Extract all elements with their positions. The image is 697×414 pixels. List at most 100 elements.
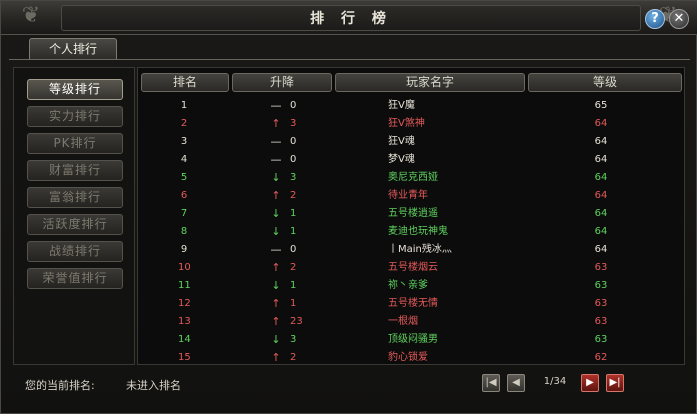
player-name-cell: 豹心锁爱 [388,352,428,363]
level-cell: 63 [594,298,608,309]
change-value-cell: 3 [290,172,297,183]
change-arrow-icon: — [270,153,282,166]
change-arrow-icon: ↑ [271,189,281,202]
level-cell: 62 [594,352,608,363]
player-name-cell: 五号楼无情 [388,298,438,309]
change-value-cell: 1 [290,280,297,291]
first-page-button[interactable]: |◀ [482,374,500,392]
table-row[interactable]: 10 ↑ 2 五号楼烟云 63 [138,259,686,277]
table-row[interactable]: 12 ↑ 1 五号楼无情 63 [138,295,686,313]
level-cell: 63 [594,280,608,291]
sidebar-item-tycoon-ranking[interactable]: 富翁排行 [27,187,123,208]
change-arrow-icon: ↑ [271,297,281,310]
sidebar-item-activity-ranking[interactable]: 活跃度排行 [27,214,123,235]
rank-cell: 2 [180,118,188,129]
change-arrow-icon: — [270,243,282,256]
rank-cell: 15 [178,352,191,363]
table-row[interactable]: 8 ↓ 1 麦迪也玩神鬼 64 [138,223,686,241]
sidebar-item-pk-ranking[interactable]: PK排行 [27,133,123,154]
level-cell: 63 [594,262,608,273]
page-indicator: 1/34 [543,376,567,387]
change-arrow-icon: ↑ [271,261,281,274]
rank-cell: 12 [178,298,191,309]
change-arrow-icon: ↓ [271,225,281,238]
rank-cell: 11 [178,280,191,291]
table-row[interactable]: 7 ↓ 1 五号楼逍遥 64 [138,205,686,223]
change-value-cell: 0 [290,154,297,165]
rank-cell: 10 [178,262,191,273]
table-row[interactable]: 6 ↑ 2 待业青年 64 [138,187,686,205]
sidebar-item-wealth-ranking[interactable]: 财富排行 [27,160,123,181]
change-value-cell: 3 [290,334,297,345]
table-row[interactable]: 5 ↓ 3 奥尼克西娅 64 [138,169,686,187]
previous-page-button[interactable]: ◀ [507,374,525,392]
change-value-cell: 0 [290,100,297,111]
table-row[interactable]: 11 ↓ 1 祢丶亲爹 63 [138,277,686,295]
level-cell: 63 [594,334,608,345]
table-row[interactable]: 2 ↑ 3 狂V煞神 64 [138,115,686,133]
change-arrow-icon: ↓ [271,333,281,346]
sidebar-item-record-ranking[interactable]: 战绩排行 [27,241,123,262]
change-arrow-icon: ↑ [271,117,281,130]
player-name-cell: 一根烟 [388,316,418,327]
left-wing-ornament-icon: ❦ [21,3,41,28]
level-cell: 64 [594,136,608,147]
player-name-cell: 五号楼逍遥 [388,208,438,219]
change-arrow-icon: — [270,135,282,148]
column-header-change[interactable]: 升降 [232,73,332,92]
next-page-icon: ▶ [586,377,594,388]
level-cell: 63 [594,316,608,327]
player-name-cell: 顶级闷骚男 [388,334,438,345]
table-row[interactable]: 4 — 0 梦V魂 64 [138,151,686,169]
table-row[interactable]: 14 ↓ 3 顶级闷骚男 63 [138,331,686,349]
change-value-cell: 0 [290,244,297,255]
rank-cell: 1 [180,100,188,111]
rank-cell: 14 [178,334,191,345]
change-value-cell: 2 [290,352,297,363]
rank-cell: 6 [180,190,188,201]
level-cell: 64 [594,208,608,219]
table-row[interactable]: 1 — 0 狂V魔 65 [138,97,686,115]
rank-cell: 9 [180,244,188,255]
player-name-cell: 狂V魔 [388,100,415,111]
change-value-cell: 1 [290,298,297,309]
change-value-cell: 1 [290,208,297,219]
help-button[interactable]: ? [645,9,665,29]
player-name-cell: 狂V煞神 [388,118,425,129]
ranking-category-sidebar: 等级排行 实力排行 PK排行 财富排行 富翁排行 活跃度排行 战绩排行 荣誉值排… [13,67,135,365]
previous-page-icon: ◀ [512,377,520,388]
change-value-cell: 2 [290,190,297,201]
change-value-cell: 1 [290,226,297,237]
level-cell: 64 [594,154,608,165]
column-header-player-name[interactable]: 玩家名字 [335,73,525,92]
table-row[interactable]: 15 ↑ 2 豹心锁爱 62 [138,349,686,367]
close-button[interactable]: ✕ [669,9,689,29]
table-row[interactable]: 9 — 0 丨Main残冰灬 64 [138,241,686,259]
change-arrow-icon: ↓ [271,279,281,292]
sidebar-item-honor-ranking[interactable]: 荣誉值排行 [27,268,123,289]
rank-cell: 4 [180,154,188,165]
rank-cell: 3 [180,136,188,147]
column-header-level[interactable]: 等级 [528,73,682,92]
title-bar[interactable]: ❦ 排 行 榜 ❦ ? ✕ [1,1,697,35]
player-name-cell: 梦V魂 [388,154,415,165]
change-value-cell: 2 [290,262,297,273]
next-page-button[interactable]: ▶ [581,374,599,392]
change-value-cell: 0 [290,136,297,147]
change-value-cell: 23 [290,316,303,327]
change-arrow-icon: ↓ [271,171,281,184]
column-header-rank[interactable]: 排名 [141,73,229,92]
sidebar-item-level-ranking[interactable]: 等级排行 [27,79,123,100]
last-page-icon: ▶| [609,377,621,388]
level-cell: 64 [594,118,608,129]
player-name-cell: 五号楼烟云 [388,262,438,273]
last-page-button[interactable]: ▶| [606,374,624,392]
change-arrow-icon: — [270,99,282,112]
table-row[interactable]: 13 ↑ 23 一根烟 63 [138,313,686,331]
level-cell: 65 [594,100,608,111]
sidebar-item-strength-ranking[interactable]: 实力排行 [27,106,123,127]
tab-personal-ranking[interactable]: 个人排行 [29,38,117,60]
level-cell: 64 [594,172,608,183]
table-row[interactable]: 3 — 0 狂V魂 64 [138,133,686,151]
first-page-icon: |◀ [485,377,497,388]
